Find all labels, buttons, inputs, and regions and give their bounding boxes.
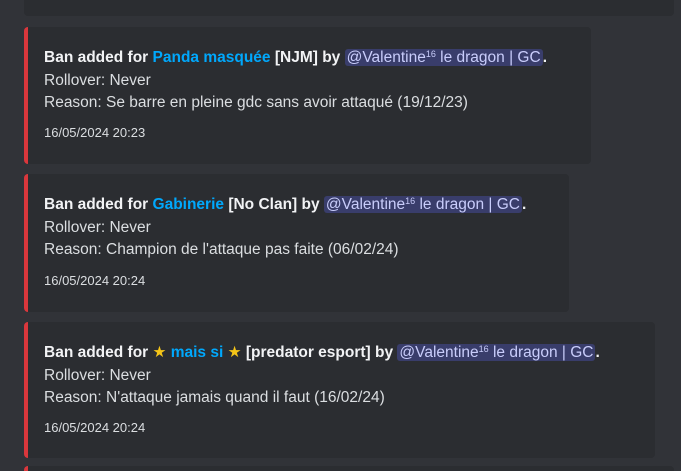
ban-embed: Ban added for Gabinerie [No Clan] by @Va… (24, 174, 569, 312)
reason-text: Reason: Se barre en pleine gdc sans avoi… (44, 94, 468, 111)
user-mention[interactable]: @Valentine16 le dragon | GC (344, 49, 543, 66)
embed-timestamp: 16/05/2024 20:23 (44, 125, 146, 140)
star-icon: ★ (152, 344, 167, 361)
clan-text: [No Clan] by (224, 196, 324, 213)
user-mention[interactable]: @Valentine16 le dragon | GC (397, 344, 596, 361)
title-prefix: Ban added for (44, 196, 153, 213)
embed-title: Ban added for Gabinerie [No Clan] by @Va… (44, 195, 526, 215)
embed-timestamp: 16/05/2024 20:24 (44, 420, 146, 435)
title-prefix: Ban added for (44, 49, 153, 66)
title-end: . (542, 49, 547, 66)
title-end: . (595, 344, 600, 361)
next-embed (24, 466, 674, 471)
message-list: Ban added for Panda masquée [NJM] by @Va… (0, 0, 681, 471)
clan-text: [predator esport] by (241, 344, 398, 361)
user-mention[interactable]: @Valentine16 le dragon | GC (323, 196, 522, 213)
ban-embed: Ban added for Panda masquée [NJM] by @Va… (24, 27, 591, 164)
star-icon: ★ (227, 344, 242, 361)
ban-embed: Ban added for ★ mais si ★ [predator espo… (24, 322, 655, 458)
embed-timestamp: 16/05/2024 20:24 (44, 273, 146, 288)
reason-text: Reason: Champion de l'attaque pas faite … (44, 241, 399, 258)
embed-title: Ban added for Panda masquée [NJM] by @Va… (44, 48, 547, 68)
player-link[interactable]: Gabinerie (153, 196, 225, 213)
rollover-text: Rollover: Never (44, 367, 151, 384)
player-link[interactable]: mais si (166, 344, 227, 361)
embed-title: Ban added for ★ mais si ★ [predator espo… (44, 343, 600, 363)
clan-text: [NJM] by (270, 49, 345, 66)
reason-text: Reason: N'attaque jamais quand il faut (… (44, 389, 385, 406)
rollover-text: Rollover: Never (44, 219, 151, 236)
title-prefix: Ban added for (44, 344, 153, 361)
player-link[interactable]: Panda masquée (153, 49, 271, 66)
previous-embed (24, 0, 674, 16)
rollover-text: Rollover: Never (44, 72, 151, 89)
title-end: . (521, 196, 527, 213)
